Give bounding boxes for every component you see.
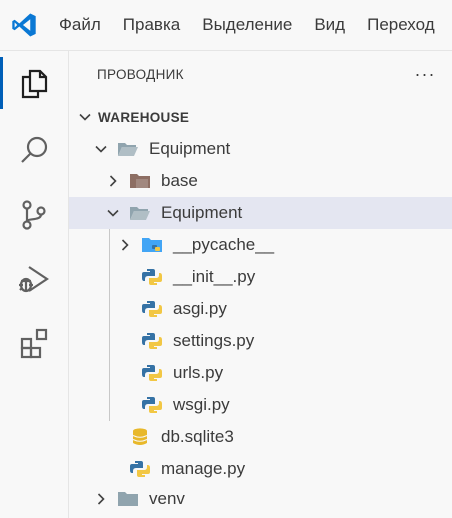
folder-open-icon	[118, 143, 138, 156]
extensions-icon[interactable]	[0, 313, 68, 373]
tree-item-label: wsgi.py	[173, 395, 230, 414]
folder-base-icon	[130, 174, 150, 188]
tree-item-label: Equipment	[149, 139, 231, 158]
tree-item-label: __pycache__	[173, 235, 275, 254]
workspace-title: WAREHOUSE	[98, 109, 190, 125]
tree-item-pycache[interactable]: __pycache__	[69, 229, 452, 261]
tree-item-settings-py[interactable]: settings.py	[69, 325, 452, 357]
chevron-down-icon	[95, 145, 107, 153]
activity-bar	[0, 51, 69, 518]
explorer-panel: ПРОВОДНИК ··· WAREHOUSE Equipment base E…	[69, 51, 452, 518]
tree-item-base[interactable]: base	[69, 165, 452, 197]
database-icon	[132, 428, 148, 445]
tree-item-label: Equipment	[161, 203, 243, 222]
tree-item-equipment-inner[interactable]: Equipment	[69, 197, 452, 229]
tree-item-venv[interactable]: venv	[69, 483, 452, 515]
tree-item-label: urls.py	[173, 363, 224, 382]
tree-item-label: venv	[149, 489, 185, 508]
source-control-icon[interactable]	[0, 185, 68, 245]
tree-item-db-sqlite3[interactable]: db.sqlite3	[69, 421, 452, 453]
folder-pycache-icon	[142, 238, 162, 252]
workspace-section-header[interactable]: WAREHOUSE	[69, 103, 452, 131]
python-file-icon	[142, 397, 162, 413]
vscode-logo-icon	[0, 0, 48, 50]
tree-item-label: base	[161, 171, 198, 190]
folder-icon	[118, 492, 138, 506]
tree-item-label: db.sqlite3	[161, 427, 234, 446]
python-file-icon	[142, 333, 162, 349]
tree-item-manage-py[interactable]: manage.py	[69, 453, 452, 485]
menu-edit[interactable]: Правка	[112, 0, 191, 50]
menu-view[interactable]: Вид	[303, 0, 356, 50]
chevron-down-icon	[107, 209, 119, 217]
tree-item-label: manage.py	[161, 459, 246, 478]
folder-open-icon	[130, 207, 150, 220]
tree-item-urls-py[interactable]: urls.py	[69, 357, 452, 389]
menu-selection[interactable]: Выделение	[191, 0, 303, 50]
explorer-icon[interactable]	[0, 53, 68, 113]
tree-item-equipment[interactable]: Equipment	[69, 133, 452, 165]
tree-item-label: settings.py	[173, 331, 255, 350]
chevron-right-icon	[121, 239, 129, 251]
menu-file[interactable]: Файл	[48, 0, 112, 50]
chevron-right-icon	[109, 175, 117, 187]
tree-item-wsgi-py[interactable]: wsgi.py	[69, 389, 452, 421]
python-file-icon	[130, 461, 150, 477]
chevron-down-icon	[79, 113, 91, 121]
python-file-icon	[142, 365, 162, 381]
tree-item-asgi-py[interactable]: asgi.py	[69, 293, 452, 325]
explorer-title: ПРОВОДНИК	[97, 67, 184, 82]
run-debug-icon[interactable]	[0, 249, 68, 309]
search-icon[interactable]	[0, 121, 68, 181]
more-actions-button[interactable]: ···	[410, 59, 440, 89]
tree-item-init-py[interactable]: __init__.py	[69, 261, 452, 293]
tree-item-label: asgi.py	[173, 299, 227, 318]
title-bar: Файл Правка Выделение Вид Переход	[0, 0, 452, 51]
python-file-icon	[142, 269, 162, 285]
tree-item-label: __init__.py	[173, 267, 256, 286]
python-file-icon	[142, 301, 162, 317]
indent-guide	[109, 229, 110, 421]
menu-go[interactable]: Переход	[356, 0, 446, 50]
chevron-right-icon	[97, 493, 105, 505]
